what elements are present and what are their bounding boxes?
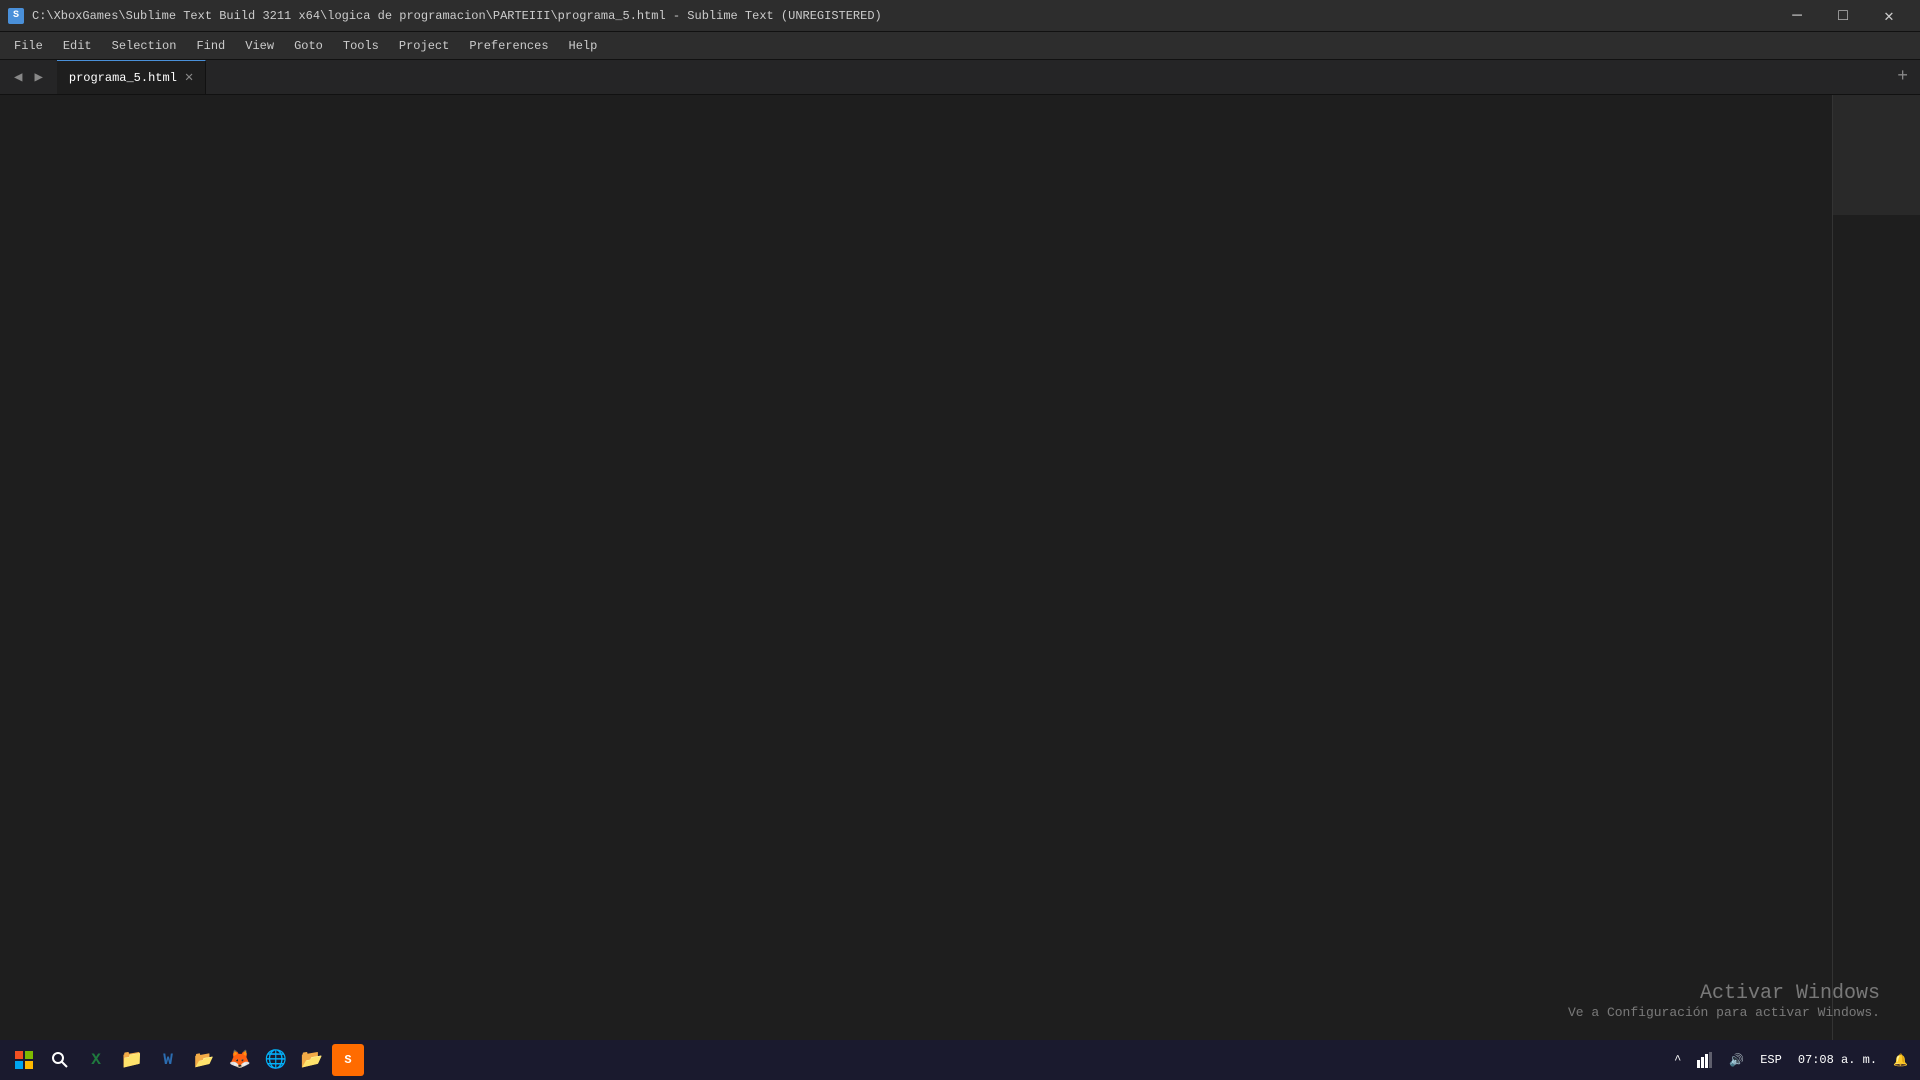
- system-tray[interactable]: ^: [1670, 1053, 1685, 1067]
- tab-label: programa_5.html: [69, 71, 177, 85]
- folder-taskbar-icon[interactable]: 📁: [116, 1044, 148, 1076]
- menu-bar: File Edit Selection Find View Goto Tools…: [0, 32, 1920, 60]
- taskbar: X 📁 W 📂 🦊 🌐 📂 S ^ 🔊 ESP 07:08 a. m. 🔔: [0, 1040, 1920, 1080]
- minimap-viewport: [1833, 95, 1920, 215]
- active-tab[interactable]: programa_5.html ✕: [57, 60, 206, 94]
- search-taskbar-button[interactable]: [44, 1044, 76, 1076]
- taskbar-left: X 📁 W 📂 🦊 🌐 📂 S: [8, 1044, 364, 1076]
- app-icon: S: [8, 8, 24, 24]
- minimap[interactable]: [1832, 95, 1920, 1052]
- title-bar: S C:\XboxGames\Sublime Text Build 3211 x…: [0, 0, 1920, 32]
- excel-taskbar-icon[interactable]: X: [80, 1044, 112, 1076]
- menu-project[interactable]: Project: [389, 35, 459, 57]
- network-icon[interactable]: [1693, 1052, 1717, 1068]
- menu-preferences[interactable]: Preferences: [459, 35, 558, 57]
- add-tab-button[interactable]: +: [1885, 60, 1920, 94]
- menu-help[interactable]: Help: [559, 35, 608, 57]
- menu-find[interactable]: Find: [186, 35, 235, 57]
- files-taskbar-icon[interactable]: 📂: [188, 1044, 220, 1076]
- word-taskbar-icon[interactable]: W: [152, 1044, 184, 1076]
- explorer-taskbar-icon[interactable]: 📂: [296, 1044, 328, 1076]
- sublime-taskbar-icon[interactable]: S: [332, 1044, 364, 1076]
- maximize-button[interactable]: □: [1820, 0, 1866, 32]
- menu-file[interactable]: File: [4, 35, 53, 57]
- start-button[interactable]: [8, 1044, 40, 1076]
- clock[interactable]: 07:08 a. m.: [1794, 1053, 1881, 1067]
- editor-container: [0, 95, 1920, 1052]
- minimize-button[interactable]: ─: [1774, 0, 1820, 32]
- line-numbers: [0, 95, 48, 1052]
- nav-back[interactable]: ◀: [8, 67, 28, 88]
- title-text: C:\XboxGames\Sublime Text Build 3211 x64…: [32, 9, 882, 23]
- nav-buttons: ◀ ▶: [0, 60, 57, 94]
- notification-button[interactable]: 🔔: [1889, 1053, 1912, 1068]
- language-indicator[interactable]: ESP: [1756, 1053, 1786, 1067]
- nav-forward[interactable]: ▶: [28, 67, 48, 88]
- title-controls: ─ □ ✕: [1774, 0, 1912, 32]
- close-button[interactable]: ✕: [1866, 0, 1912, 32]
- title-bar-left: S C:\XboxGames\Sublime Text Build 3211 x…: [8, 8, 882, 24]
- menu-selection[interactable]: Selection: [102, 35, 187, 57]
- code-area[interactable]: [48, 95, 1832, 1052]
- tab-bar: ◀ ▶ programa_5.html ✕ +: [0, 60, 1920, 95]
- firefox-taskbar-icon[interactable]: 🦊: [224, 1044, 256, 1076]
- menu-goto[interactable]: Goto: [284, 35, 333, 57]
- menu-edit[interactable]: Edit: [53, 35, 102, 57]
- menu-tools[interactable]: Tools: [333, 35, 389, 57]
- taskbar-right: ^ 🔊 ESP 07:08 a. m. 🔔: [1670, 1052, 1912, 1068]
- menu-view[interactable]: View: [235, 35, 284, 57]
- tab-close-button[interactable]: ✕: [185, 69, 193, 86]
- chrome-taskbar-icon[interactable]: 🌐: [260, 1044, 292, 1076]
- volume-icon[interactable]: 🔊: [1725, 1053, 1748, 1068]
